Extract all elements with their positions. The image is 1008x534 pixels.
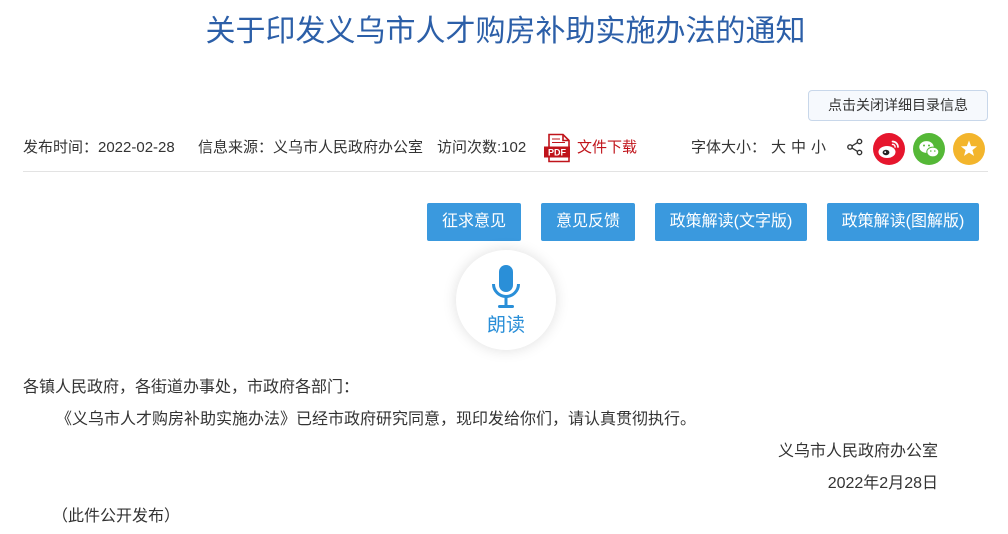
wechat-icon[interactable] [913,133,945,165]
meta-divider [23,171,988,172]
body-paragraph: 《义乌市人才购房补助实施办法》已经市政府研究同意，现印发给你们，请认真贯彻执行。 [56,411,697,428]
salutation: 各镇人民政府，各街道办事处，市政府各部门： [23,379,360,396]
page-title: 关于印发义乌市人才购房补助实施办法的通知 [205,14,806,49]
read-aloud-label: 朗读 [486,315,525,336]
issue-date: 2022年2月28日 [827,475,938,492]
visit-count: 访问次数:102 [437,139,527,156]
share-icon[interactable] [846,138,864,156]
publish-time: 发布时间：2022-02-28 [23,139,175,156]
font-size-control: 字体大小： 大 中 小 [691,133,826,163]
solicit-opinions-button[interactable]: 征求意见 [427,203,521,241]
favorite-star-icon[interactable] [953,133,985,165]
font-size-small[interactable]: 小 [811,133,826,163]
pdf-file-icon[interactable]: PDF [543,133,573,163]
issuer-signature: 义乌市人民政府办公室 [777,443,938,460]
info-source: 信息来源：义乌市人民政府办公室 [198,139,424,156]
font-size-medium[interactable]: 中 [791,133,806,163]
feedback-button[interactable]: 意见反馈 [541,203,635,241]
toggle-catalog-button[interactable]: 点击关闭详细目录信息 [808,90,988,121]
publication-note: （此件公开发布） [52,508,181,525]
policy-interpretation-graphic-button[interactable]: 政策解读(图解版) [827,203,979,241]
font-size-large[interactable]: 大 [771,133,786,163]
policy-interpretation-text-button[interactable]: 政策解读(文字版) [655,203,807,241]
microphone-icon [492,265,520,308]
article-page: 关于印发义乌市人才购房补助实施办法的通知 点击关闭详细目录信息 发布时间：202… [0,0,1008,534]
read-aloud-button[interactable]: 朗读 [456,250,556,350]
weibo-icon[interactable] [873,133,905,165]
pdf-icon-text: PDF [548,148,567,158]
font-size-label: 字体大小： [691,139,767,156]
file-download-link[interactable]: 文件下载 [577,133,637,163]
